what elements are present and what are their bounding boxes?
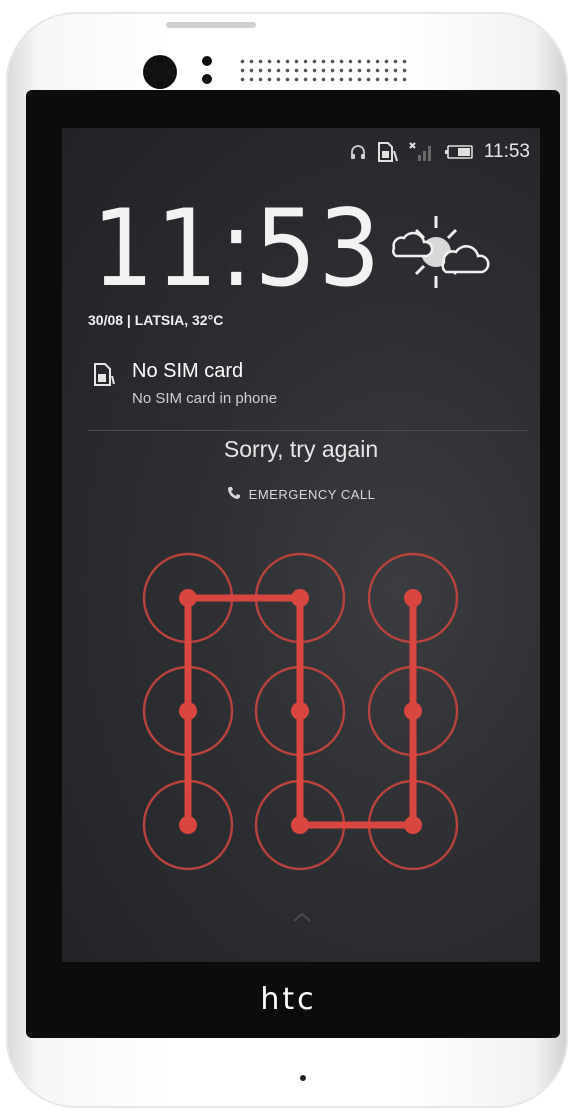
pattern-node-dot-2 (291, 589, 309, 607)
pattern-node-dot-1 (179, 589, 197, 607)
proximity-sensor (202, 56, 212, 66)
htc-logo: htc (260, 982, 317, 1017)
earpiece-speaker (238, 57, 410, 85)
lock-screen: 11:53 11:53 30/08 | LATSIA, 32°C No SIM … (62, 128, 540, 962)
pattern-node-dot-4 (179, 702, 197, 720)
front-camera (143, 55, 177, 89)
light-sensor (202, 74, 212, 84)
pattern-node-dot-3 (404, 589, 422, 607)
unlock-pattern-grid[interactable] (62, 128, 540, 962)
chevron-up-icon[interactable] (292, 910, 312, 928)
microphone (300, 1075, 306, 1081)
pattern-node-dot-9 (404, 816, 422, 834)
pattern-node-dot-5 (291, 702, 309, 720)
pattern-node-dot-6 (404, 702, 422, 720)
pattern-node-dot-7 (179, 816, 197, 834)
pattern-node-dot-8 (291, 816, 309, 834)
power-button[interactable] (166, 22, 256, 28)
